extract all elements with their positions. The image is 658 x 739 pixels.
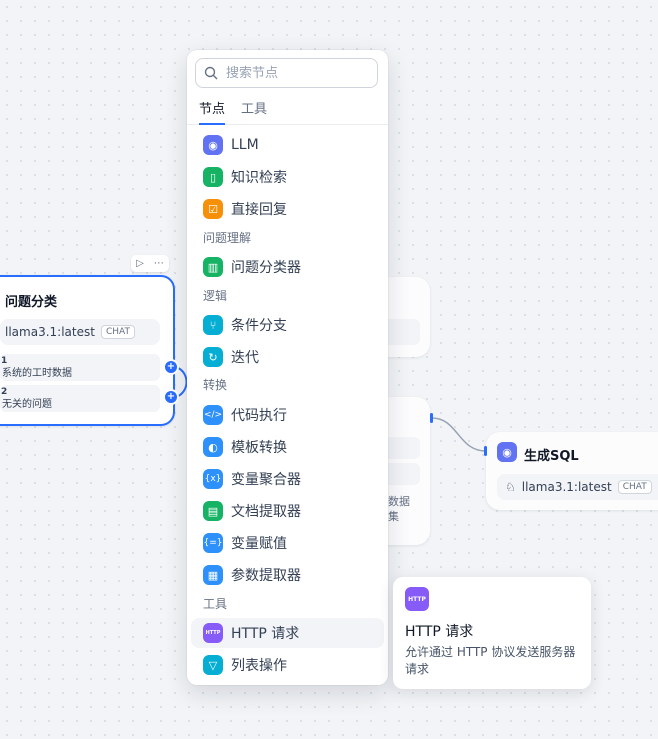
- model-selector[interactable]: llama3.1:latest CHAT: [0, 319, 160, 345]
- menu-item-answer[interactable]: ☑ 直接回复: [191, 194, 384, 224]
- llm-icon: ◉: [497, 442, 517, 462]
- menu-item-doc-extractor[interactable]: ▤ 文档提取器: [191, 496, 384, 526]
- node-tooltip: HTTP HTTP 请求 允许通过 HTTP 协议发送服务器请求: [393, 577, 591, 689]
- play-icon[interactable]: ▷: [136, 258, 144, 269]
- menu-item-aggregator[interactable]: {x} 变量聚合器: [191, 464, 384, 494]
- menu-tabs: 节点 工具: [187, 94, 388, 125]
- menu-item-label: 迭代: [231, 350, 259, 366]
- book-icon: ▯: [203, 167, 223, 187]
- variable-icon: {x}: [203, 469, 223, 489]
- menu-item-knowledge[interactable]: ▯ 知识检索: [191, 162, 384, 192]
- menu-item-label: 列表操作: [231, 658, 287, 674]
- parameter-icon: ▦: [203, 565, 223, 585]
- model-badge: CHAT: [100, 325, 135, 339]
- model-selector[interactable]: ♘ llama3.1:latest CHAT: [497, 474, 658, 500]
- node-title: 问题分类: [5, 295, 58, 310]
- llm-icon: ◉: [203, 135, 223, 155]
- classifier-icon: ▥: [203, 257, 223, 277]
- search-icon: [204, 66, 218, 80]
- menu-item-label: LLM: [231, 137, 259, 153]
- menu-item-assigner[interactable]: {=} 变量赋值: [191, 528, 384, 558]
- model-name: llama3.1:latest: [5, 325, 95, 339]
- menu-item-label: 变量赋值: [231, 536, 287, 552]
- search-box[interactable]: [195, 58, 378, 88]
- class-text: 系统的工时数据: [2, 368, 72, 379]
- input-port[interactable]: [484, 446, 487, 456]
- menu-item-llm[interactable]: ◉ LLM: [191, 130, 384, 160]
- iteration-icon: ↻: [203, 347, 223, 367]
- menu-item-parameter[interactable]: ▦ 参数提取器: [191, 560, 384, 590]
- http-icon: HTTP: [405, 587, 429, 611]
- tooltip-title: HTTP 请求: [405, 624, 474, 640]
- menu-item-label: 模板转换: [231, 440, 287, 456]
- menu-item-list[interactable]: ▽ 列表操作: [191, 650, 384, 680]
- code-icon: </>: [203, 405, 223, 425]
- node-text: 数据: [388, 495, 410, 508]
- menu-item-iteration[interactable]: ↻ 迭代: [191, 342, 384, 372]
- sql-node[interactable]: ◉ 生成SQL ♘ llama3.1:latest CHAT: [486, 432, 658, 510]
- menu-item-label: 知识检索: [231, 170, 287, 186]
- menu-item-label: 文档提取器: [231, 504, 301, 520]
- add-branch-handle[interactable]: +: [163, 359, 179, 375]
- search-input[interactable]: [224, 64, 368, 82]
- node-toolbar: ▷ ⋯: [131, 255, 169, 272]
- llama-icon: ♘: [505, 480, 516, 494]
- tooltip-description: 允许通过 HTTP 协议发送服务器请求: [405, 645, 576, 676]
- menu-item-ifelse[interactable]: ⑂ 条件分支: [191, 310, 384, 340]
- group-title: 问题理解: [203, 231, 252, 245]
- class-item[interactable]: 2 无关的问题: [0, 385, 160, 412]
- menu-item-label: 代码执行: [231, 408, 287, 424]
- group-title: 转换: [203, 378, 228, 392]
- menu-item-http[interactable]: HTTP HTTP 请求: [191, 618, 384, 648]
- node-picker-menu: 节点 工具 ◉ LLM ▯ 知识检索 ☑ 直接回复 问题理解 ▥ 问题分类器 逻…: [187, 50, 388, 685]
- class-text: 无关的问题: [2, 399, 52, 410]
- template-icon: ◐: [203, 437, 223, 457]
- menu-item-label: 问题分类器: [231, 260, 301, 276]
- reply-icon: ☑: [203, 199, 223, 219]
- menu-item-label: 参数提取器: [231, 568, 301, 584]
- menu-item-template[interactable]: ◐ 模板转换: [191, 432, 384, 462]
- node-title: 生成SQL: [524, 449, 579, 464]
- output-port[interactable]: [430, 413, 433, 423]
- menu-item-label: 变量聚合器: [231, 472, 301, 488]
- edge-to-sql: [431, 417, 487, 452]
- tab-tools[interactable]: 工具: [241, 98, 267, 123]
- group-title: 工具: [203, 597, 228, 611]
- add-branch-handle[interactable]: +: [163, 389, 179, 405]
- model-name: llama3.1:latest: [521, 480, 612, 494]
- node-text: 集: [388, 510, 399, 523]
- tab-nodes[interactable]: 节点: [199, 98, 226, 125]
- menu-item-label: HTTP 请求: [231, 626, 300, 642]
- menu-item-code[interactable]: </> 代码执行: [191, 400, 384, 430]
- filter-icon: ▽: [203, 655, 223, 675]
- branch-icon: ⑂: [203, 315, 223, 335]
- menu-item-classifier[interactable]: ▥ 问题分类器: [191, 252, 384, 282]
- model-badge: CHAT: [617, 480, 652, 494]
- document-icon: ▤: [203, 501, 223, 521]
- assign-icon: {=}: [203, 533, 223, 553]
- class-item[interactable]: 1 系统的工时数据: [0, 354, 160, 381]
- classifier-node[interactable]: 问题分类 llama3.1:latest CHAT 1 系统的工时数据 2 无关…: [0, 275, 175, 426]
- menu-item-label: 条件分支: [231, 318, 287, 334]
- group-title: 逻辑: [203, 289, 228, 303]
- more-icon[interactable]: ⋯: [154, 258, 164, 269]
- http-icon: HTTP: [203, 623, 223, 643]
- menu-item-label: 直接回复: [231, 202, 287, 218]
